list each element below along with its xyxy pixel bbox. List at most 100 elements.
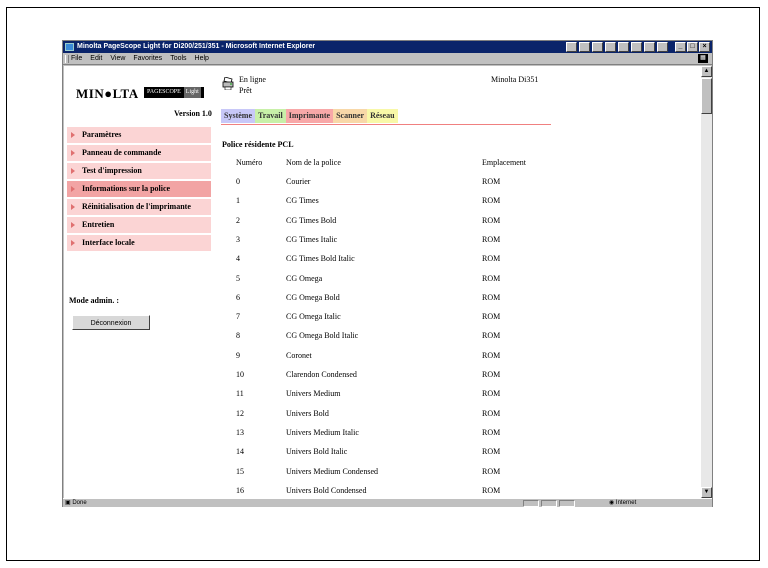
browser-window: Minolta PageScope Light for Di200/251/35… [62,40,713,507]
table-row: 8 CG Omega Bold Italic ROM [64,331,664,350]
taskbar-icons [566,42,668,52]
table-cell: 16 [236,485,244,495]
column-header: Emplacement [482,158,526,167]
table-cell: 2 [236,215,240,225]
printer-status-ready: Prêt [239,86,252,95]
calc-icon[interactable] [631,42,642,52]
printer-status-icon [222,77,234,90]
maximize-button[interactable]: □ [687,42,698,52]
window-controls: _ □ × [675,42,710,52]
table-cell: 14 [236,447,244,457]
tab-0[interactable]: Système [221,109,255,123]
table-cell: ROM [482,312,501,322]
menu-item-view[interactable]: View [110,53,125,65]
pagescope-text: PAGESCOPE [147,89,181,95]
table-cell: CG Omega Bold Italic [286,331,359,341]
scroll-up-icon[interactable]: ▲ [701,66,712,77]
column-header: Nom de la police [286,158,341,167]
pagescope-light-text: Light [183,87,201,98]
x-icon[interactable] [592,42,603,52]
table-cell: 12 [236,408,244,418]
sidebar-item-label: Test d'impression [82,166,142,175]
printer-status-online: En ligne [239,75,266,84]
table-cell: Univers Medium [286,389,341,399]
msg-icon[interactable] [657,42,668,52]
column-header: Numéro [236,158,263,167]
table-row: 0 Courier ROM [64,177,664,196]
menu-item-help[interactable]: Help [195,53,209,65]
menu-item-file[interactable]: File [71,53,82,65]
tab-2[interactable]: Imprimante [285,109,334,123]
table-row: 14 Univers Bold Italic ROM [64,447,664,466]
table-cell: CG Omega Bold [286,292,340,302]
table-cell: 11 [236,389,244,399]
table-cell: Univers Bold Italic [286,447,348,457]
table-row: 12 Univers Bold ROM [64,409,664,428]
scroll-thumb[interactable] [701,78,712,114]
table-cell: ROM [482,292,501,302]
table-cell: CG Times [286,196,319,206]
menu-item-edit[interactable]: Edit [90,53,102,65]
table-row: 5 CG Omega ROM [64,274,664,293]
menu-item-favorites[interactable]: Favorites [133,53,162,65]
globe-icon[interactable] [644,42,655,52]
table-cell: ROM [482,427,501,437]
title-bar[interactable]: Minolta PageScope Light for Di200/251/35… [63,41,712,53]
table-cell: ROM [482,408,501,418]
close-button[interactable]: × [699,42,710,52]
tab-1[interactable]: Travail [255,109,286,123]
table-row: 1 CG Times ROM [64,196,664,215]
sidebar-item-1[interactable]: Panneau de commande [67,145,211,161]
zone-text: Internet [615,500,637,506]
status-done: ▣ Done [65,500,87,506]
table-cell: Courier [286,177,311,186]
table-cell: CG Times Bold Italic [286,254,355,264]
vertical-scrollbar[interactable]: ▲ ▼ [701,66,712,498]
table-cell: ROM [482,485,501,495]
tab-underline [221,124,551,125]
search-icon[interactable] [618,42,629,52]
menu-item-tools[interactable]: Tools [170,53,186,65]
section-title: Police résidente PCL [222,140,294,149]
table-row: 13 Univers Medium Italic ROM [64,428,664,447]
table-cell: ROM [482,234,501,244]
windows-logo-icon: ▦ [698,54,708,63]
version-label: Version 1.0 [174,109,212,118]
table-cell: ROM [482,389,501,399]
table-cell: ROM [482,215,501,225]
status-pane [559,500,575,507]
scroll-down-icon[interactable]: ▼ [701,487,712,498]
table-cell: 8 [236,331,240,341]
w-icon[interactable] [579,42,590,52]
table-cell: 10 [236,370,244,379]
table-cell: 5 [236,273,240,283]
tab-4[interactable]: Réseau [367,109,398,123]
printer-model: Minolta Di351 [491,75,539,84]
table-cell: ROM [482,177,501,186]
table-row: 6 CG Omega Bold ROM [64,293,664,312]
tab-3[interactable]: Scanner [333,109,368,123]
minimize-button[interactable]: _ [675,42,686,52]
sidebar-item-0[interactable]: Paramètres [67,127,211,143]
status-text: Done [72,500,87,506]
table-cell: CG Omega [286,273,323,283]
pagescope-logo: PAGESCOPE Light [144,87,204,98]
table-cell: 1 [236,196,240,206]
table-cell: 6 [236,292,240,302]
mail-icon[interactable] [605,42,616,52]
minolta-logo: MIN●LTA [76,86,139,101]
table-cell: 9 [236,350,240,360]
table-cell: ROM [482,466,501,476]
table-cell: CG Omega Italic [286,312,341,322]
table-cell: CG Times Bold [286,215,337,225]
status-pane [541,500,557,507]
table-cell: Univers Medium Italic [286,427,359,437]
table-row: 10 Clarendon Condensed ROM [64,370,664,389]
table-cell: 13 [236,427,244,437]
table-cell: ROM [482,370,501,379]
table-row: 4 CG Times Bold Italic ROM [64,254,664,273]
table-row: 16 Univers Bold Condensed ROM [64,486,664,498]
table-row: 15 Univers Medium Condensed ROM [64,467,664,486]
m-icon[interactable] [566,42,577,52]
table-cell: Univers Medium Condensed [286,466,378,476]
